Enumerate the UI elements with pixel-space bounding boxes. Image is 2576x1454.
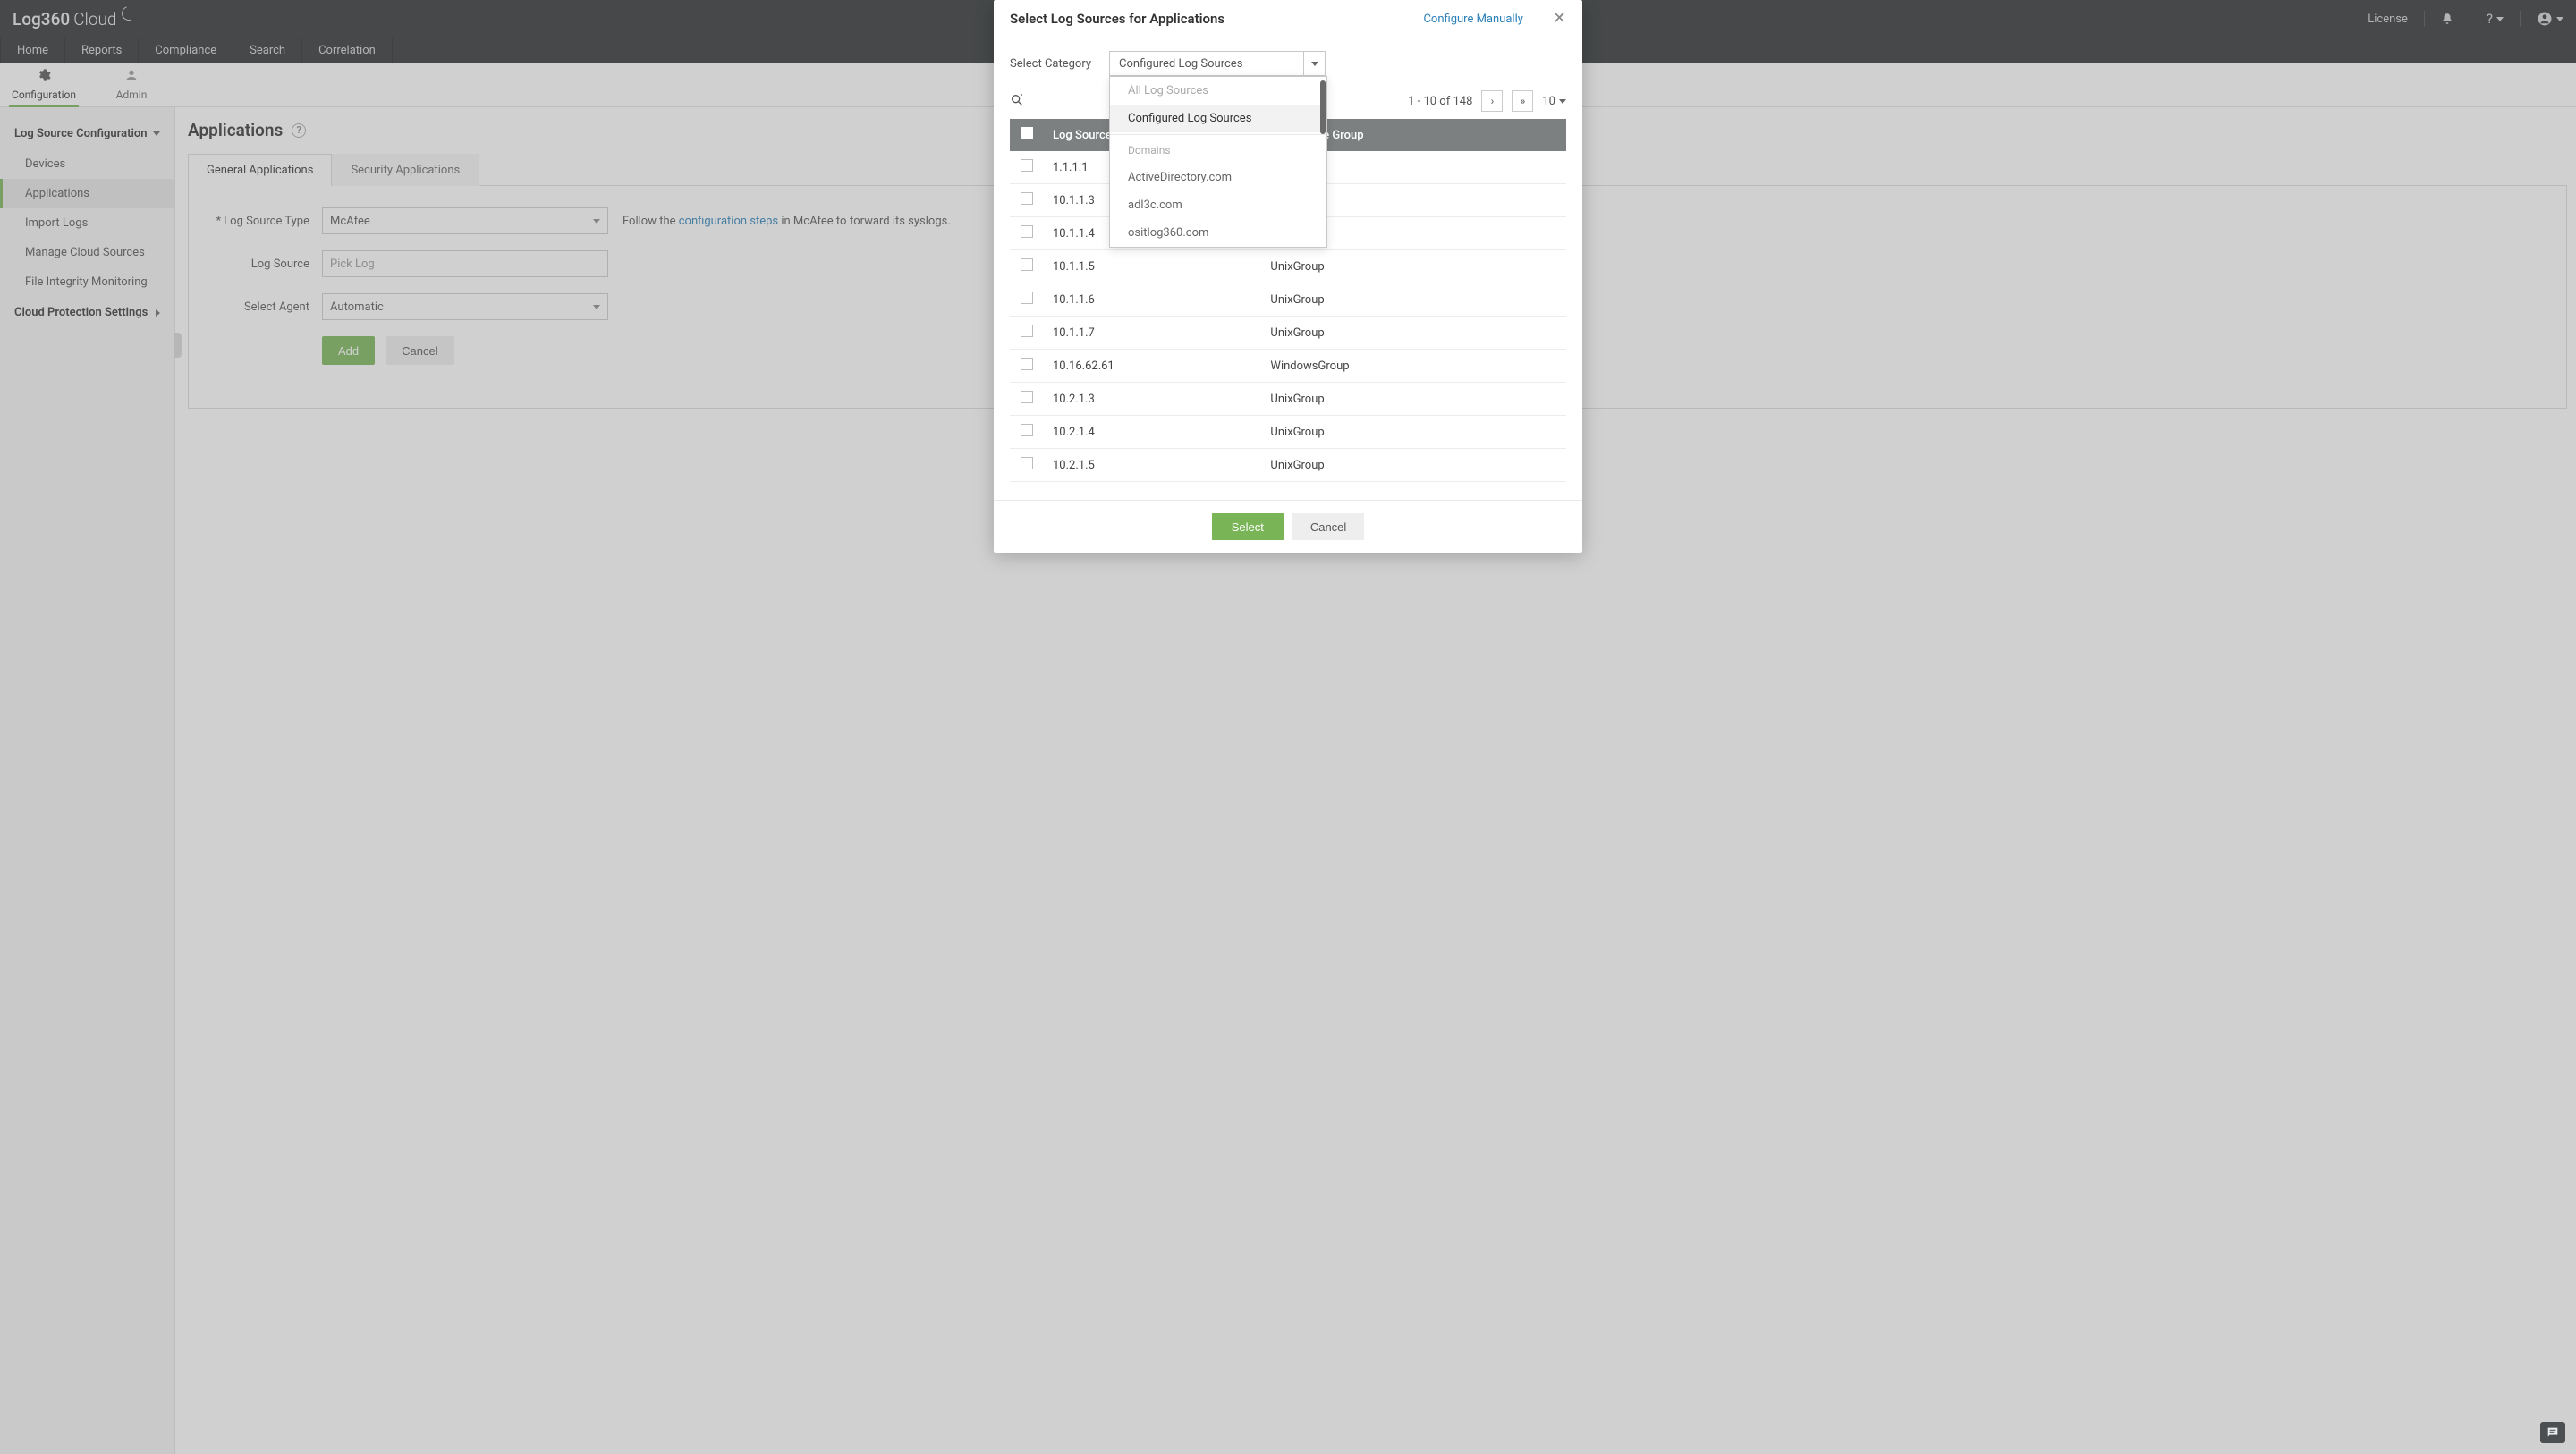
select-button[interactable]: Select: [1212, 513, 1284, 540]
dropdown-item-all[interactable]: All Log Sources: [1110, 77, 1326, 105]
chat-fab[interactable]: [2540, 1422, 2565, 1443]
table-row: 10.2.1.3UnixGroup: [1010, 383, 1566, 416]
cell-log-source-group: UnixGroup: [1261, 250, 1566, 283]
next-page-button[interactable]: ›: [1481, 90, 1503, 112]
cell-log-source-group: UnixGroup: [1261, 416, 1566, 449]
page-size-select[interactable]: 10: [1542, 95, 1566, 108]
category-select[interactable]: Configured Log Sources All Log Sources C…: [1109, 51, 1326, 76]
table-row: 10.1.1.5UnixGroup: [1010, 250, 1566, 283]
chevron-down-icon[interactable]: [1303, 52, 1325, 75]
select-value: Configured Log Sources: [1110, 57, 1303, 71]
cell-log-source-group: UnixGroup: [1261, 383, 1566, 416]
close-icon[interactable]: ✕: [1553, 11, 1566, 27]
cell-log-source-group: UnixGroup: [1261, 317, 1566, 350]
last-page-button[interactable]: »: [1512, 90, 1533, 112]
cell-log-source: 10.1.1.5: [1044, 250, 1261, 283]
row-checkbox[interactable]: [1021, 258, 1033, 271]
dropdown-item-domain[interactable]: ositlog360.com: [1110, 219, 1326, 247]
cell-log-source: 10.2.1.4: [1044, 416, 1261, 449]
table-row: 10.2.1.5UnixGroup: [1010, 449, 1566, 482]
table-row: 10.1.1.6UnixGroup: [1010, 283, 1566, 317]
modal-header: Select Log Sources for Applications Conf…: [994, 0, 1582, 38]
modal-footer: Select Cancel: [994, 500, 1582, 553]
cell-log-source: 10.2.1.5: [1044, 449, 1261, 482]
row-checkbox[interactable]: [1021, 325, 1033, 337]
pager: 1 - 10 of 148 › » 10: [1408, 90, 1566, 112]
modal-title: Select Log Sources for Applications: [1010, 11, 1224, 27]
scrollbar[interactable]: [1320, 80, 1326, 134]
row-checkbox[interactable]: [1021, 225, 1033, 238]
row-checkbox[interactable]: [1021, 424, 1033, 436]
row-checkbox[interactable]: [1021, 192, 1033, 205]
cell-log-source-group: UnixGroup: [1261, 283, 1566, 317]
cell-log-source-group: WindowsGroup: [1261, 350, 1566, 383]
search-icon[interactable]: [1010, 93, 1026, 109]
select-log-sources-modal: Select Log Sources for Applications Conf…: [994, 0, 1582, 553]
category-dropdown: All Log Sources Configured Log Sources D…: [1109, 76, 1327, 248]
chevron-down-icon: [1559, 99, 1566, 104]
dropdown-item-configured[interactable]: Configured Log Sources: [1110, 105, 1326, 132]
pager-range: 1 - 10 of 148: [1408, 95, 1472, 108]
cell-log-source: 10.1.1.7: [1044, 317, 1261, 350]
table-row: 10.16.62.61WindowsGroup: [1010, 350, 1566, 383]
cell-log-source: 10.1.1.6: [1044, 283, 1261, 317]
row-checkbox[interactable]: [1021, 358, 1033, 370]
row-checkbox[interactable]: [1021, 159, 1033, 172]
select-category-label: Select Category: [1010, 57, 1091, 71]
row-checkbox[interactable]: [1021, 292, 1033, 304]
row-checkbox[interactable]: [1021, 457, 1033, 469]
dropdown-header-domains: Domains: [1110, 137, 1326, 164]
cell-log-source: 10.2.1.3: [1044, 383, 1261, 416]
dropdown-item-domain[interactable]: adl3c.com: [1110, 191, 1326, 219]
cancel-button[interactable]: Cancel: [1292, 513, 1364, 540]
divider: [1110, 134, 1326, 135]
table-row: 10.2.1.4UnixGroup: [1010, 416, 1566, 449]
modal-body: Select Category Configured Log Sources A…: [994, 38, 1582, 482]
configure-manually-link[interactable]: Configure Manually: [1423, 13, 1522, 26]
cell-log-source-group: UnixGroup: [1261, 449, 1566, 482]
cell-log-source: 10.16.62.61: [1044, 350, 1261, 383]
table-row: 10.1.1.7UnixGroup: [1010, 317, 1566, 350]
chat-icon: [2546, 1425, 2560, 1440]
select-all-checkbox[interactable]: [1021, 127, 1033, 139]
row-checkbox[interactable]: [1021, 391, 1033, 403]
dropdown-item-domain[interactable]: ActiveDirectory.com: [1110, 164, 1326, 191]
